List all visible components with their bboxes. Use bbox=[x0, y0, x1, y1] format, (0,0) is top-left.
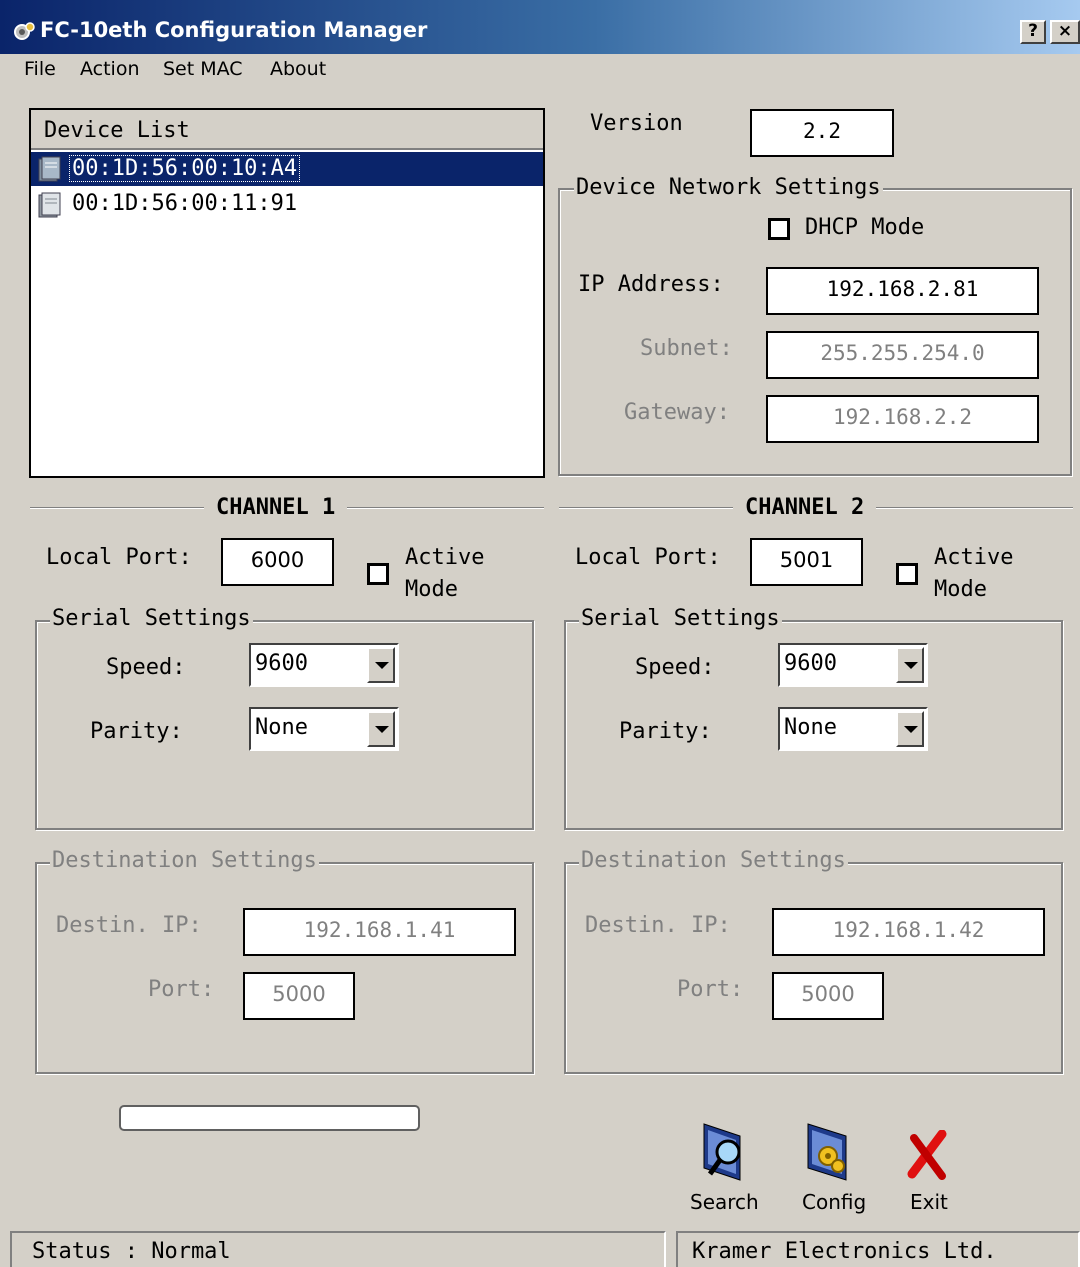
active-mode-label: Mode bbox=[934, 577, 987, 602]
device-icon bbox=[38, 192, 61, 218]
parity-value: None bbox=[784, 715, 837, 740]
menu-about[interactable]: About bbox=[270, 58, 326, 80]
dhcp-checkbox[interactable] bbox=[768, 218, 790, 240]
destination-settings-group bbox=[35, 862, 534, 1074]
active-mode-label: Active bbox=[934, 545, 1014, 570]
device-icon bbox=[38, 156, 61, 182]
subnet-label: Subnet: bbox=[640, 336, 733, 361]
active-mode-label: Active bbox=[405, 545, 485, 570]
window-title: FC-10eth Configuration Manager bbox=[40, 18, 428, 42]
device-list-item[interactable]: 00:1D:56:00:11:91 bbox=[31, 188, 543, 222]
ip-address-label: IP Address: bbox=[578, 272, 724, 297]
device-item-label: 00:1D:56:00:11:91 bbox=[72, 191, 298, 216]
parity-label: Parity: bbox=[619, 719, 712, 744]
destin-port-label: Port: bbox=[677, 977, 744, 1002]
help-button[interactable]: ? bbox=[1020, 20, 1046, 44]
device-list[interactable]: Device List 00:1D:56:00:10:A4 00:1D:56:0… bbox=[29, 108, 545, 478]
ip-address-field[interactable]: 192.168.2.81 bbox=[766, 267, 1039, 315]
destin-port-label: Port: bbox=[148, 977, 215, 1002]
chevron-down-icon[interactable] bbox=[896, 647, 924, 683]
parity-select[interactable]: None bbox=[778, 707, 928, 751]
menu-action[interactable]: Action bbox=[80, 58, 140, 80]
destin-ip-field[interactable]: 192.168.1.42 bbox=[772, 908, 1045, 956]
company-text: Kramer Electronics Ltd. bbox=[676, 1231, 1080, 1267]
search-button[interactable]: Search bbox=[686, 1118, 762, 1222]
status-text: Status : Normal bbox=[10, 1231, 666, 1267]
local-port-field[interactable]: 5001 bbox=[750, 538, 863, 586]
serial-settings-title: Serial Settings bbox=[50, 606, 253, 631]
speed-select[interactable]: 9600 bbox=[249, 643, 399, 687]
speed-label: Speed: bbox=[106, 655, 186, 680]
config-button[interactable]: Config bbox=[796, 1118, 872, 1222]
network-settings-title: Device Network Settings bbox=[574, 175, 883, 200]
gateway-field[interactable]: 192.168.2.2 bbox=[766, 395, 1039, 443]
close-button[interactable]: × bbox=[1050, 20, 1080, 44]
chevron-down-icon[interactable] bbox=[896, 711, 924, 747]
destination-settings-group bbox=[564, 862, 1063, 1074]
speed-value: 9600 bbox=[255, 651, 308, 676]
gateway-label: Gateway: bbox=[624, 400, 730, 425]
exit-label: Exit bbox=[910, 1190, 948, 1214]
chevron-down-icon[interactable] bbox=[367, 711, 395, 747]
destin-ip-label: Destin. IP: bbox=[585, 913, 731, 938]
active-mode-label: Mode bbox=[405, 577, 458, 602]
destin-port-field[interactable]: 5000 bbox=[243, 972, 355, 1020]
channel-1-title: CHANNEL 1 bbox=[204, 495, 348, 520]
menu-file[interactable]: File bbox=[24, 58, 56, 80]
device-list-header-bar: Device List bbox=[31, 110, 543, 150]
speed-select[interactable]: 9600 bbox=[778, 643, 928, 687]
subnet-field[interactable]: 255.255.254.0 bbox=[766, 331, 1039, 379]
parity-label: Parity: bbox=[90, 719, 183, 744]
parity-value: None bbox=[255, 715, 308, 740]
local-port-label: Local Port: bbox=[46, 545, 192, 570]
progress-bar bbox=[119, 1105, 420, 1131]
active-mode-checkbox[interactable] bbox=[367, 563, 389, 585]
version-field: 2.2 bbox=[750, 109, 894, 157]
config-icon bbox=[807, 1123, 847, 1181]
local-port-label: Local Port: bbox=[575, 545, 721, 570]
destination-settings-title: Destination Settings bbox=[579, 848, 848, 873]
destin-ip-label: Destin. IP: bbox=[56, 913, 202, 938]
channel-2-title: CHANNEL 2 bbox=[733, 495, 877, 520]
app-gear-icon bbox=[14, 22, 35, 40]
search-icon bbox=[703, 1123, 741, 1181]
chevron-down-icon[interactable] bbox=[367, 647, 395, 683]
serial-settings-title: Serial Settings bbox=[579, 606, 782, 631]
menu-set-mac[interactable]: Set MAC bbox=[163, 58, 243, 80]
search-label: Search bbox=[690, 1190, 759, 1214]
dhcp-label: DHCP Mode bbox=[805, 215, 925, 240]
speed-value: 9600 bbox=[784, 651, 837, 676]
exit-x-icon bbox=[907, 1130, 947, 1180]
destin-ip-field[interactable]: 192.168.1.41 bbox=[243, 908, 516, 956]
device-item-label: 00:1D:56:00:10:A4 bbox=[69, 155, 301, 182]
device-list-item[interactable]: 00:1D:56:00:10:A4 bbox=[31, 152, 543, 186]
destination-settings-title: Destination Settings bbox=[50, 848, 319, 873]
local-port-field[interactable]: 6000 bbox=[221, 538, 334, 586]
destin-port-field[interactable]: 5000 bbox=[772, 972, 884, 1020]
speed-label: Speed: bbox=[635, 655, 715, 680]
version-label: Version bbox=[590, 111, 683, 136]
parity-select[interactable]: None bbox=[249, 707, 399, 751]
device-list-header: Device List bbox=[44, 118, 190, 143]
active-mode-checkbox[interactable] bbox=[896, 563, 918, 585]
config-label: Config bbox=[802, 1190, 867, 1214]
exit-button[interactable]: Exit bbox=[902, 1118, 962, 1222]
